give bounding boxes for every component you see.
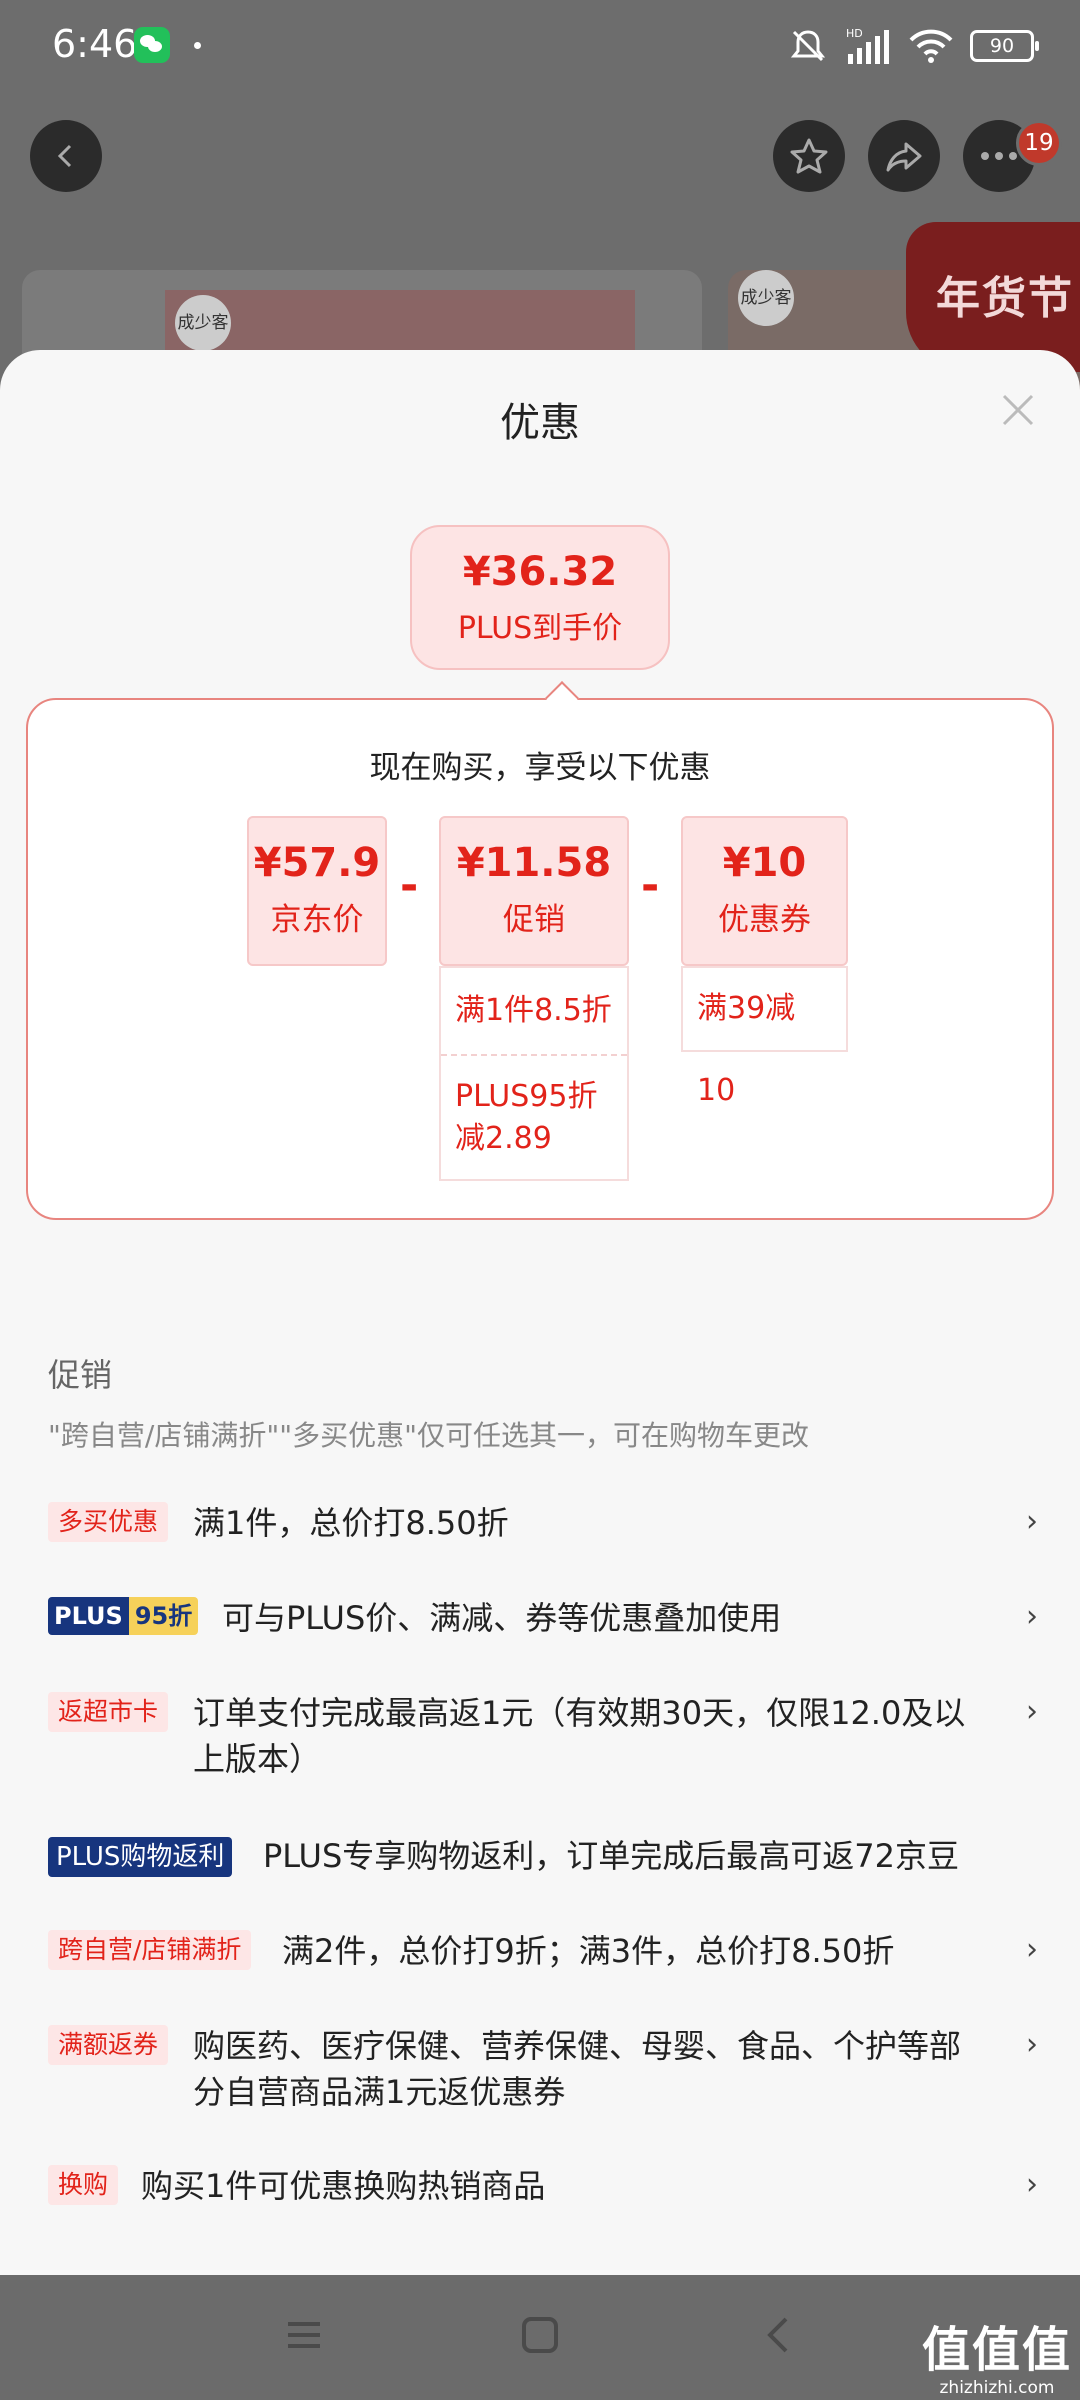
more-icon bbox=[981, 152, 1017, 160]
hd-signal-icon: HD bbox=[846, 27, 889, 64]
jd-price-label: 京东价 bbox=[270, 902, 364, 938]
plus-badge-text: PLUS bbox=[48, 1597, 129, 1635]
promotion-text: 购医药、医疗保健、营养保健、母婴、食品、个护等部分自营商品满1元返优惠券 bbox=[193, 2027, 962, 2111]
minus-operator: - bbox=[400, 860, 419, 911]
promotion-value: ¥11.58 bbox=[456, 840, 612, 886]
share-icon bbox=[886, 142, 922, 172]
promotion-details: 满1件8.5折 PLUS95折 减2.89 bbox=[439, 966, 629, 1181]
wifi-icon bbox=[909, 29, 953, 63]
promotion-label: 促销 bbox=[503, 902, 565, 938]
minus-operator: - bbox=[641, 860, 660, 911]
status-icons: HD 90 bbox=[788, 24, 1039, 68]
back-icon bbox=[57, 144, 72, 168]
promotion-row[interactable]: 返超市卡 订单支付完成最高返1元（有效期30天，仅限12.0及以上版本） › bbox=[48, 1690, 1038, 1785]
wechat-notification-icon bbox=[134, 27, 170, 63]
promotion-text: 满1件，总价打8.50折 bbox=[193, 1504, 509, 1542]
promotion-box: ¥11.58 促销 bbox=[439, 816, 629, 966]
promotion-row: PLUS购物返利 PLUS专享购物返利，订单完成后最高可返72京豆 bbox=[48, 1833, 1038, 1883]
chevron-right-icon: › bbox=[1026, 1599, 1038, 1634]
plus-rebate-tag: PLUS购物返利 bbox=[48, 1837, 233, 1877]
recents-menu-icon[interactable] bbox=[284, 2315, 324, 2355]
brand-logo-2: 成少客 bbox=[738, 270, 794, 326]
promotion-row[interactable]: 满额返券 购医药、医疗保健、营养保健、母婴、食品、个护等部分自营商品满1元返优惠… bbox=[48, 2023, 1038, 2118]
promotions-note: "跨自营/店铺满折""多买优惠"仅可任选其一，可在购物车更改 bbox=[48, 1419, 809, 1452]
svg-text:HD: HD bbox=[846, 27, 863, 40]
notification-dot-icon bbox=[194, 42, 201, 49]
promotion-row[interactable]: 跨自营/店铺满折 满2件，总价打9折；满3件，总价打8.50折 › bbox=[48, 1928, 1038, 1978]
coupon-box: ¥10 优惠券 bbox=[681, 816, 848, 966]
plus-discount-text: 95折 bbox=[128, 1597, 199, 1635]
notification-badge: 19 bbox=[1016, 120, 1062, 166]
watermark-text: 值值值 bbox=[921, 2322, 1072, 2378]
final-price-bubble: ¥36.32 PLUS到手价 bbox=[410, 525, 670, 670]
breakdown-title: 现在购买，享受以下优惠 bbox=[369, 750, 711, 786]
nav-back-icon[interactable] bbox=[758, 2315, 798, 2355]
promotion-row[interactable]: PLUS 95折 可与PLUS价、满减、券等优惠叠加使用 › bbox=[48, 1595, 1038, 1645]
coupon-details: 满39减10 bbox=[681, 966, 848, 1108]
chevron-right-icon: › bbox=[1026, 2167, 1038, 2202]
close-icon[interactable] bbox=[1000, 392, 1036, 428]
final-price-label: PLUS到手价 bbox=[457, 611, 623, 646]
watermark-url: zhizhizhi.com bbox=[939, 2378, 1055, 2398]
status-time: 6:46 bbox=[52, 22, 138, 66]
chevron-right-icon: › bbox=[1026, 1932, 1038, 1967]
promotion-tag: 多买优惠 bbox=[48, 1502, 169, 1542]
plus-95-badge: PLUS 95折 bbox=[48, 1597, 199, 1635]
promotion-detail-item: 满1件8.5折 bbox=[441, 968, 627, 1056]
coupon-value: ¥10 bbox=[722, 840, 807, 886]
coupon-detail-item: 满39减10 bbox=[697, 991, 796, 1108]
brand-logo: 成少客 bbox=[175, 295, 231, 351]
system-nav-bar bbox=[0, 2275, 1080, 2400]
promotion-tag: 返超市卡 bbox=[48, 1692, 169, 1732]
promotion-row[interactable]: 多买优惠 满1件，总价打8.50折 › bbox=[48, 1500, 1038, 1550]
promotions-heading: 促销 bbox=[48, 1356, 113, 1394]
mute-icon bbox=[790, 30, 826, 62]
promotion-text: 可与PLUS价、满减、券等优惠叠加使用 bbox=[222, 1599, 782, 1637]
share-button[interactable] bbox=[868, 120, 940, 192]
status-bar: 6:46 HD 90 bbox=[0, 0, 1080, 90]
promotion-text: 购买1件可优惠换购热销商品 bbox=[141, 2167, 546, 2205]
promotion-text: PLUS专享购物返利，订单完成后最高可返72京豆 bbox=[263, 1837, 959, 1875]
home-icon[interactable] bbox=[520, 2315, 560, 2355]
chevron-right-icon: › bbox=[1026, 1694, 1038, 1729]
battery-icon: 90 bbox=[970, 30, 1039, 62]
chevron-right-icon: › bbox=[1026, 2027, 1038, 2062]
watermark-logo: 值值值 zhizhizhi.com bbox=[922, 2310, 1072, 2398]
promotion-tag: 跨自营/店铺满折 bbox=[48, 1930, 252, 1970]
jd-price-value: ¥57.9 bbox=[253, 840, 381, 886]
promotion-text: 满2件，总价打9折；满3件，总价打8.50折 bbox=[282, 1932, 895, 1970]
chevron-right-icon: › bbox=[1026, 1504, 1038, 1539]
bubble-pointer bbox=[545, 681, 579, 715]
promotion-row[interactable]: 换购 购买1件可优惠换购热销商品 › bbox=[48, 2163, 1038, 2213]
discount-sheet: 优惠 ¥36.32 PLUS到手价 现在购买，享受以下优惠 ¥57.9 京东价 … bbox=[0, 350, 1080, 2275]
sheet-title: 优惠 bbox=[500, 400, 580, 446]
promotion-detail-item: PLUS95折 减2.89 bbox=[455, 1079, 598, 1156]
promotion-tag: 满额返券 bbox=[48, 2025, 169, 2065]
jd-price-box: ¥57.9 京东价 bbox=[247, 816, 387, 966]
favorite-button[interactable] bbox=[773, 120, 845, 192]
promotion-text: 订单支付完成最高返1元（有效期30天，仅限12.0及以上版本） bbox=[193, 1694, 966, 1778]
promotion-tag: 换购 bbox=[48, 2165, 119, 2205]
back-button[interactable] bbox=[30, 120, 102, 192]
final-price-value: ¥36.32 bbox=[462, 549, 618, 595]
coupon-label: 优惠券 bbox=[718, 902, 811, 938]
favorite-star-icon bbox=[790, 138, 828, 174]
